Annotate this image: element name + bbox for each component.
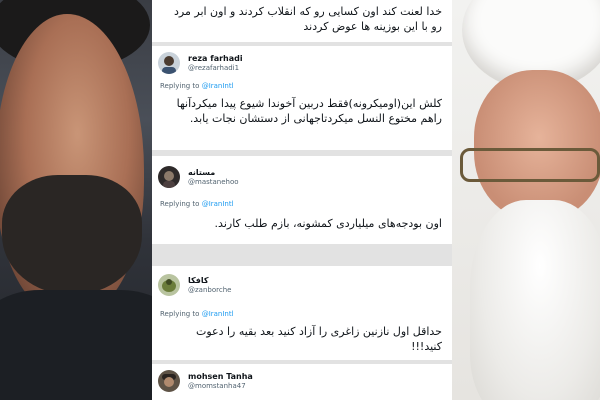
left-portrait-photo: [0, 0, 152, 400]
tweet-text: اون بودجه‌های میلیاردی کمشونه، بازم طلب …: [214, 217, 442, 230]
username-handle[interactable]: @mastanehoo: [188, 178, 239, 186]
display-name[interactable]: reza farhadi: [188, 54, 243, 63]
display-name[interactable]: کافکا: [188, 276, 209, 285]
username-handle[interactable]: @momstanha47: [188, 382, 246, 390]
profile-picture-icon: [162, 56, 176, 74]
tweet-text: خدا لعنت کند اون کسایی رو که انقلاب کردن…: [174, 5, 442, 33]
mention-link[interactable]: @IranIntl: [202, 82, 234, 90]
mention-link[interactable]: @IranIntl: [202, 200, 234, 208]
tweet-card[interactable]: mohsen Tanha @momstanha47: [152, 364, 452, 400]
mention-link[interactable]: @IranIntl: [202, 310, 234, 318]
display-name[interactable]: مستانه: [188, 168, 215, 177]
replying-to: Replying to @IranIntl: [160, 310, 234, 318]
tweet-text: کلش این(اومیکرونه)فقط دربین آخوندا شیوع …: [176, 97, 442, 125]
avatar[interactable]: [158, 370, 180, 392]
tweet-card[interactable]: reza farhadi @rezafarhadi1 Replying to @…: [152, 46, 452, 150]
tweet-text: حداقل اول نازنین زاغری را آزاد کنید بعد …: [195, 325, 442, 353]
avatar[interactable]: [158, 274, 180, 296]
profile-picture-icon: [162, 374, 176, 387]
tweet-feed: خدا لعنت کند اون کسایی رو که انقلاب کردن…: [152, 0, 452, 400]
right-portrait-photo: [452, 0, 600, 400]
avatar[interactable]: [158, 52, 180, 74]
display-name[interactable]: mohsen Tanha: [188, 372, 253, 381]
tweet-card[interactable]: کافکا @zanborche Replying to @IranIntl ح…: [152, 266, 452, 360]
tweet-card[interactable]: خدا لعنت کند اون کسایی رو که انقلاب کردن…: [152, 0, 452, 42]
profile-picture-icon: [162, 279, 176, 292]
replying-to: Replying to @IranIntl: [160, 200, 234, 208]
replying-to: Replying to @IranIntl: [160, 82, 234, 90]
username-handle[interactable]: @rezafarhadi1: [188, 64, 239, 72]
avatar[interactable]: [158, 166, 180, 188]
profile-picture-icon: [163, 171, 175, 188]
username-handle[interactable]: @zanborche: [188, 286, 231, 294]
divider: [152, 244, 452, 266]
tweet-card[interactable]: مستانه @mastanehoo Replying to @IranIntl…: [152, 156, 452, 244]
